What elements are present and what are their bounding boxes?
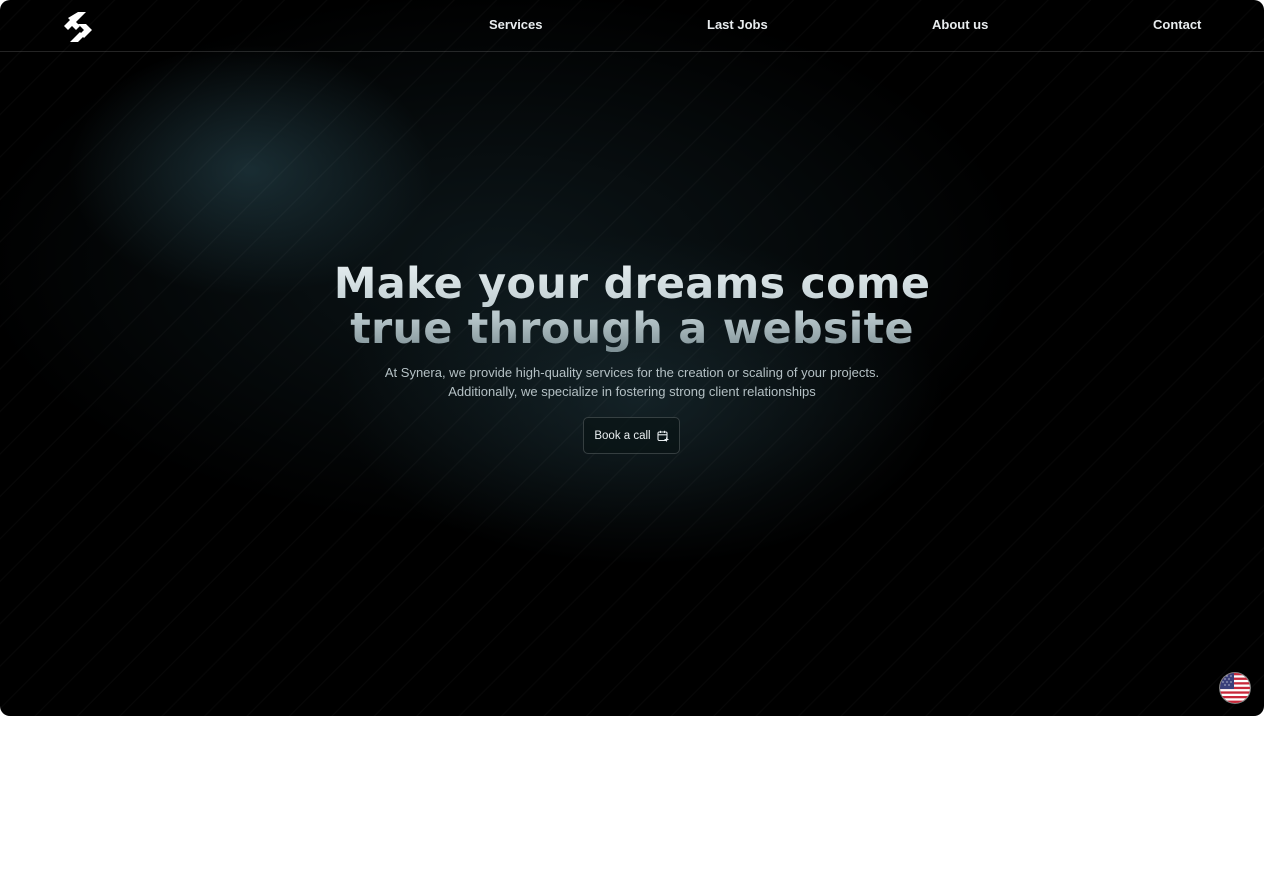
top-navbar: Services Last Jobs About us Contact bbox=[0, 0, 1264, 52]
hero-section: Services Last Jobs About us Contact Make… bbox=[0, 0, 1264, 716]
hero-headline: Make your dreams come true through a web… bbox=[232, 262, 1032, 352]
nav-link-about-us[interactable]: About us bbox=[932, 17, 988, 32]
synera-logo-icon[interactable] bbox=[62, 11, 94, 43]
nav-link-contact[interactable]: Contact bbox=[1153, 17, 1201, 32]
hero-headline-line-2: true through a website bbox=[350, 304, 914, 354]
language-switcher-us-flag-icon[interactable] bbox=[1220, 673, 1250, 703]
book-a-call-button[interactable]: Book a call bbox=[583, 417, 680, 454]
hero-subtitle: At Synera, we provide high-quality servi… bbox=[232, 364, 1032, 401]
background-stripes bbox=[0, 0, 1264, 716]
nav-link-services[interactable]: Services bbox=[489, 17, 543, 32]
book-a-call-label: Book a call bbox=[594, 429, 651, 442]
calendar-plus-icon bbox=[657, 430, 669, 442]
hero-subtitle-line-2: Additionally, we specialize in fostering… bbox=[448, 383, 816, 399]
hero-subtitle-line-1: At Synera, we provide high-quality servi… bbox=[384, 365, 880, 380]
nav-link-last-jobs[interactable]: Last Jobs bbox=[707, 17, 768, 32]
hero-headline-line-1: Make your dreams come bbox=[333, 259, 931, 309]
